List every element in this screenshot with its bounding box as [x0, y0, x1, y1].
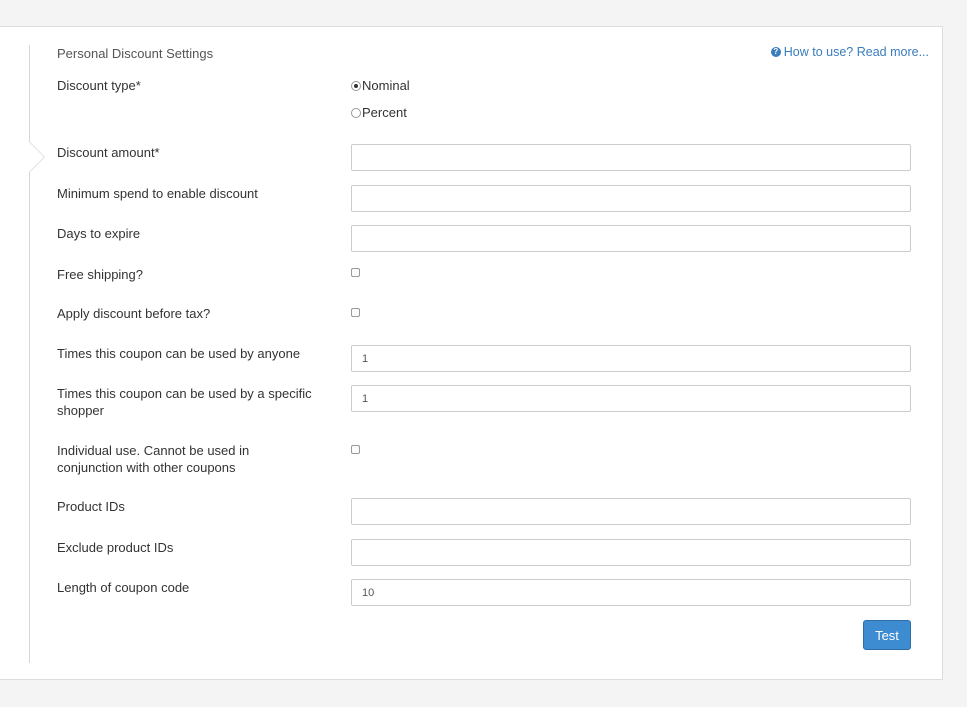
radio-percent-label: Percent [362, 105, 407, 120]
discount-amount-label: Discount amount* [57, 145, 160, 160]
help-link[interactable]: ? How to use? Read more... [770, 45, 929, 59]
product-ids-label: Product IDs [57, 499, 125, 514]
discount-amount-input[interactable] [351, 144, 911, 171]
times-by-anyone-input[interactable] [351, 345, 911, 372]
radio-percent[interactable]: Percent [351, 105, 407, 120]
radio-nominal[interactable]: Nominal [351, 78, 410, 93]
settings-panel: Personal Discount Settings ? How to use?… [0, 26, 943, 680]
minimum-spend-input[interactable] [351, 185, 911, 212]
minimum-spend-label: Minimum spend to enable discount [57, 186, 258, 201]
exclude-product-ids-label: Exclude product IDs [57, 540, 174, 555]
exclude-product-ids-input[interactable] [351, 539, 911, 566]
times-by-shopper-input[interactable] [351, 385, 911, 412]
help-icon: ? [770, 47, 781, 57]
test-button[interactable]: Test [863, 620, 911, 650]
discount-type-label: Discount type* [57, 78, 141, 93]
times-by-shopper-label: Times this coupon can be used by a speci… [57, 386, 312, 418]
product-ids-input[interactable] [351, 498, 911, 525]
help-link-text: How to use? Read more... [783, 45, 929, 59]
coupon-length-label: Length of coupon code [57, 580, 190, 595]
free-shipping-label: Free shipping? [57, 267, 143, 282]
times-by-anyone-label: Times this coupon can be used by anyone [57, 346, 301, 361]
apply-before-tax-label: Apply discount before tax? [57, 306, 211, 321]
radio-nominal-label: Nominal [362, 78, 410, 93]
days-to-expire-label: Days to expire [57, 226, 141, 241]
section-pointer-fill [29, 142, 44, 172]
individual-use-checkbox[interactable] [351, 445, 360, 454]
free-shipping-checkbox[interactable] [351, 268, 360, 277]
apply-before-tax-checkbox[interactable] [351, 308, 360, 317]
coupon-length-input[interactable] [351, 579, 911, 606]
radio-nominal-button[interactable] [351, 80, 361, 91]
radio-percent-button[interactable] [351, 107, 361, 118]
section-divider-line [29, 45, 30, 663]
days-to-expire-input[interactable] [351, 225, 911, 252]
individual-use-label: Individual use. Cannot be used in conjun… [57, 443, 250, 475]
section-title: Personal Discount Settings [57, 46, 214, 61]
